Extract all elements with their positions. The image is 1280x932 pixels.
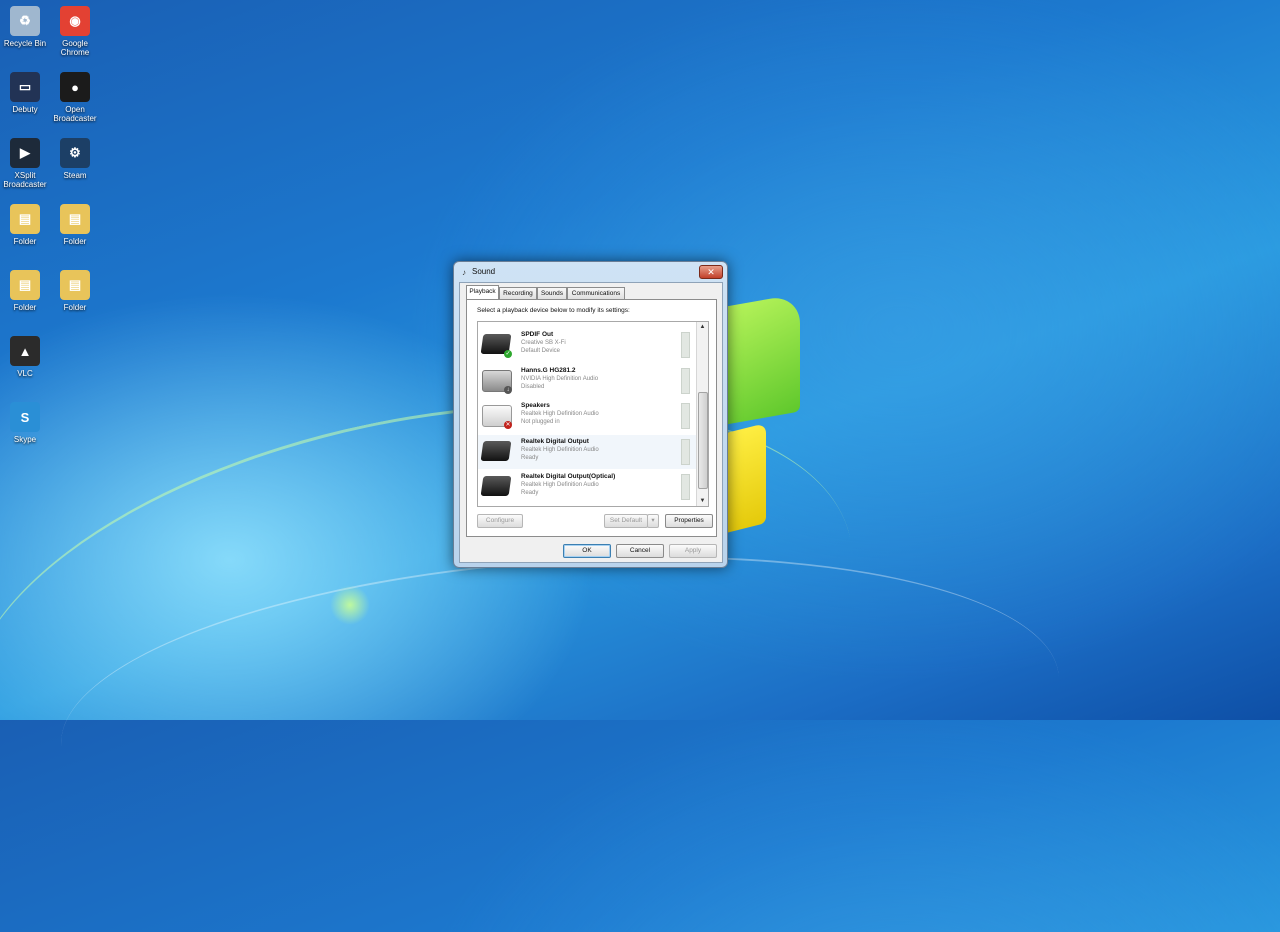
device-row[interactable]: Realtek Digital Output Realtek High Defin… — [478, 434, 696, 469]
device-list-scrollbar[interactable]: ▲ ▼ — [696, 322, 708, 506]
windows-logo-yellow — [726, 423, 766, 533]
folder-icon: ▤ — [10, 270, 40, 300]
steam-icon: ⚙ — [60, 138, 90, 168]
desktop-icon-label: Folder — [63, 237, 87, 246]
optical-output-icon — [480, 476, 512, 496]
device-driver: Realtek High Definition Audio — [521, 482, 599, 488]
folder-icon: ▤ — [60, 204, 90, 234]
desktop-icon-label: Folder — [13, 303, 37, 312]
dialog-title: Sound — [472, 267, 496, 276]
device-name: Hanns.G HG281.2 — [521, 366, 576, 374]
chrome-icon: ◉ — [60, 6, 90, 36]
unplugged-icon: ✕ — [504, 421, 512, 429]
xsplit-icon: ▶ — [10, 138, 40, 168]
configure-button[interactable]: Configure — [477, 514, 523, 528]
digital-output-icon — [480, 440, 512, 461]
device-driver: Creative SB X-Fi — [521, 340, 566, 346]
default-check-icon: ✓ — [504, 350, 512, 358]
vlc-icon: ▲ — [10, 336, 40, 366]
device-status: Ready — [521, 490, 539, 496]
set-default-button[interactable]: Set Default — [604, 514, 648, 528]
tab-playback[interactable]: Playback — [466, 285, 499, 300]
skype-icon: S — [10, 402, 40, 432]
desktop-icon[interactable]: ▭ Debuty — [0, 72, 52, 114]
desktop-icon-label: Debuty — [12, 105, 38, 114]
set-default-dropdown-icon[interactable]: ▾ — [647, 514, 659, 528]
obs-icon: ● — [60, 72, 90, 102]
desktop-icon[interactable]: ▤ Folder — [0, 270, 52, 312]
desktop-icon[interactable]: ◉ Google Chrome — [48, 6, 102, 57]
desktop-icon[interactable]: ▤ Folder — [48, 204, 102, 246]
volume-meter — [681, 367, 690, 394]
device-name: Realtek Digital Output(Optical) — [521, 473, 616, 480]
volume-meter — [681, 474, 690, 500]
desktop-icon-label: Recycle Bin — [3, 39, 47, 48]
recycle-bin-icon: ♻ — [10, 6, 40, 36]
device-row[interactable]: ✓ SPDIF Out Creative SB X-Fi Default Device — [478, 328, 696, 362]
disabled-down-icon: ↓ — [504, 385, 512, 394]
desktop-icon-label: VLC — [17, 369, 33, 378]
desktop-icon[interactable]: ▶ XSplit Broadcaster — [0, 138, 52, 189]
desktop-icon-label: Folder — [63, 303, 87, 312]
desktop-icon[interactable]: ▲ VLC — [0, 336, 52, 378]
dialog-client: Playback Recording Sounds Communications… — [459, 282, 723, 563]
scroll-down-arrow-icon[interactable]: ▼ — [697, 496, 708, 506]
volume-meter — [681, 332, 690, 358]
device-row[interactable]: Realtek Digital Output(Optical) Realtek H… — [478, 470, 696, 504]
desktop-icon-label: Open Broadcaster — [53, 105, 97, 123]
desktop-icon[interactable]: ♻ Recycle Bin — [0, 6, 52, 48]
instruction-text: Select a playback device below to modify… — [477, 307, 630, 314]
folder-icon: ▤ — [60, 270, 90, 300]
volume-meter — [681, 403, 690, 429]
device-name: Speakers — [521, 402, 550, 409]
device-row[interactable]: ✕ Speakers Realtek High Definition Audio No… — [478, 399, 696, 433]
desktop-icon[interactable]: ▤ Folder — [0, 204, 52, 246]
desktop-icon-label: XSplit Broadcaster — [3, 171, 47, 189]
device-row[interactable]: ↓ Hanns.G HG281.2 NVIDIA High Definition A… — [478, 364, 696, 398]
scroll-up-arrow-icon[interactable]: ▲ — [697, 322, 708, 332]
device-list[interactable]: ✓ SPDIF Out Creative SB X-Fi Default Device… — [477, 321, 709, 507]
device-status: Default Device — [521, 348, 561, 354]
cancel-button[interactable]: Cancel — [616, 544, 664, 558]
device-driver: Realtek High Definition Audio — [521, 411, 599, 417]
desktop-icon-label: Folder — [13, 237, 37, 246]
device-name: Realtek Digital Output — [521, 437, 589, 445]
wallpaper-glow — [330, 585, 370, 625]
device-driver: Realtek High Definition Audio — [521, 446, 599, 453]
desktop-icon[interactable]: ⚙ Steam — [48, 138, 102, 180]
device-status: Not plugged in — [521, 419, 560, 425]
ok-button[interactable]: OK — [563, 544, 611, 558]
device-status: Ready — [521, 454, 539, 461]
device-status: Disabled — [521, 383, 545, 390]
apply-button[interactable]: Apply — [669, 544, 717, 558]
scroll-thumb[interactable] — [698, 392, 708, 489]
desktop-icon[interactable]: ▤ Folder — [48, 270, 102, 312]
desktop-icon[interactable]: ● Open Broadcaster — [48, 72, 102, 123]
speaker-icon: ♪ — [462, 268, 466, 277]
desktop-icon-label: Google Chrome — [60, 39, 90, 57]
sound-dialog: ♪ Sound ✕ Playback Recording Sounds Comm… — [453, 261, 728, 568]
monitor-icon: ▭ — [10, 72, 40, 102]
device-driver: NVIDIA High Definition Audio — [521, 375, 599, 382]
desktop-icon[interactable]: S Skype — [0, 402, 52, 444]
device-name: SPDIF Out — [521, 331, 554, 338]
close-button[interactable]: ✕ — [699, 265, 723, 279]
windows-logo-green — [726, 293, 800, 425]
desktop-icon-label: Steam — [63, 171, 87, 180]
playback-panel: Select a playback device below to modify… — [466, 299, 717, 537]
title-bar[interactable]: ♪ Sound ✕ — [454, 262, 727, 282]
folder-icon: ▤ — [10, 204, 40, 234]
desktop-icon-label: Skype — [13, 435, 37, 444]
volume-meter — [681, 438, 690, 465]
properties-button[interactable]: Properties — [665, 514, 713, 528]
